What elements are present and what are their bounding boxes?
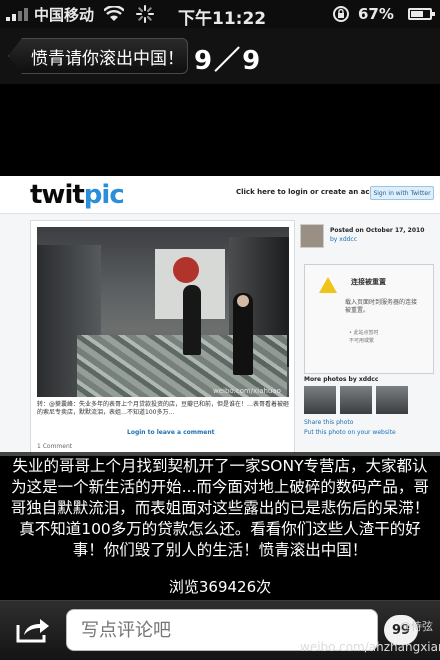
battery-percent: 67%: [358, 5, 394, 23]
back-button[interactable]: 愤青请你滚出中国！: [8, 38, 188, 74]
error-list: • 此站点暂时 不可用或繁: [349, 330, 379, 344]
post-text: 失业的哥哥上个月找到契机开了一家SONY专营店，大家都认为这是一个新生活的开始.…: [10, 457, 430, 559]
avatar: [300, 224, 324, 248]
login-to-comment-link: Login to leave a comment: [127, 429, 215, 436]
share-links: Share this photo Put this photo on your …: [304, 419, 396, 436]
signin-with-twitter: Sign in with Twitter: [370, 186, 434, 200]
error-message: 载入页面时到服务器的连接被重置。: [345, 299, 418, 314]
photo-sidebar: Posted on October 17, 2010 by xddcc 连接被重…: [300, 220, 440, 456]
post-photo[interactable]: twitpic Click here to login or create an…: [0, 176, 440, 456]
twitpic-logo: twitpic: [30, 180, 125, 210]
status-bar: 中国移动 下午11:22 67%: [0, 0, 440, 29]
photo-panel: weibo.com/xiahuao 转：@葵囊峰：失业多年的表哥上个月贷款投资的…: [30, 220, 295, 456]
more-photos-heading: More photos by xddcc: [304, 376, 379, 383]
store-scene-image: weibo.com/xiahuao: [37, 227, 289, 397]
nav-bar: 愤青请你滚出中国！ 9／9: [0, 28, 440, 84]
activity-spinner-icon: [136, 5, 155, 23]
weibo-watermark-handle: @侍弦: [400, 620, 433, 633]
clock: 下午11:22: [178, 9, 267, 29]
photo-caption: 转：@葵囊峰：失业多年的表哥上个月贷款投资的店，豆瓣已和前，但是谁在！…表哥看着…: [37, 401, 290, 416]
battery-icon: [408, 8, 435, 20]
back-button-label: 愤青请你滚出中国！: [31, 48, 184, 69]
twitpic-header: twitpic Click here to login or create an…: [0, 176, 440, 214]
error-title: 连接被重置: [351, 278, 386, 286]
rotation-lock-icon: [333, 6, 349, 22]
post-caption-overlay: 失业的哥哥上个月找到契机开了一家SONY专营店，大家都认为这是一个新生活的开始.…: [0, 452, 440, 600]
weibo-watermark: weibo.com/ahzhangxian: [300, 640, 440, 654]
more-photos-thumbs: [304, 386, 408, 414]
signal-icon: [6, 7, 28, 21]
carrier-name: 中国移动: [34, 5, 95, 24]
connection-reset-box: 连接被重置 载入页面时到服务器的连接被重置。 • 此站点暂时 不可用或繁: [304, 264, 434, 374]
share-icon[interactable]: [14, 615, 52, 645]
photo-counter: 9／9: [194, 46, 263, 76]
warning-icon: [319, 277, 337, 293]
posted-info: Posted on October 17, 2010 by xddcc: [330, 227, 425, 243]
comment-count-label: 1 Comment: [37, 443, 73, 450]
image-watermark: weibo.com/xiahuao: [213, 387, 281, 395]
view-count: 浏览369426次: [168, 578, 272, 596]
wifi-icon: [104, 6, 125, 21]
